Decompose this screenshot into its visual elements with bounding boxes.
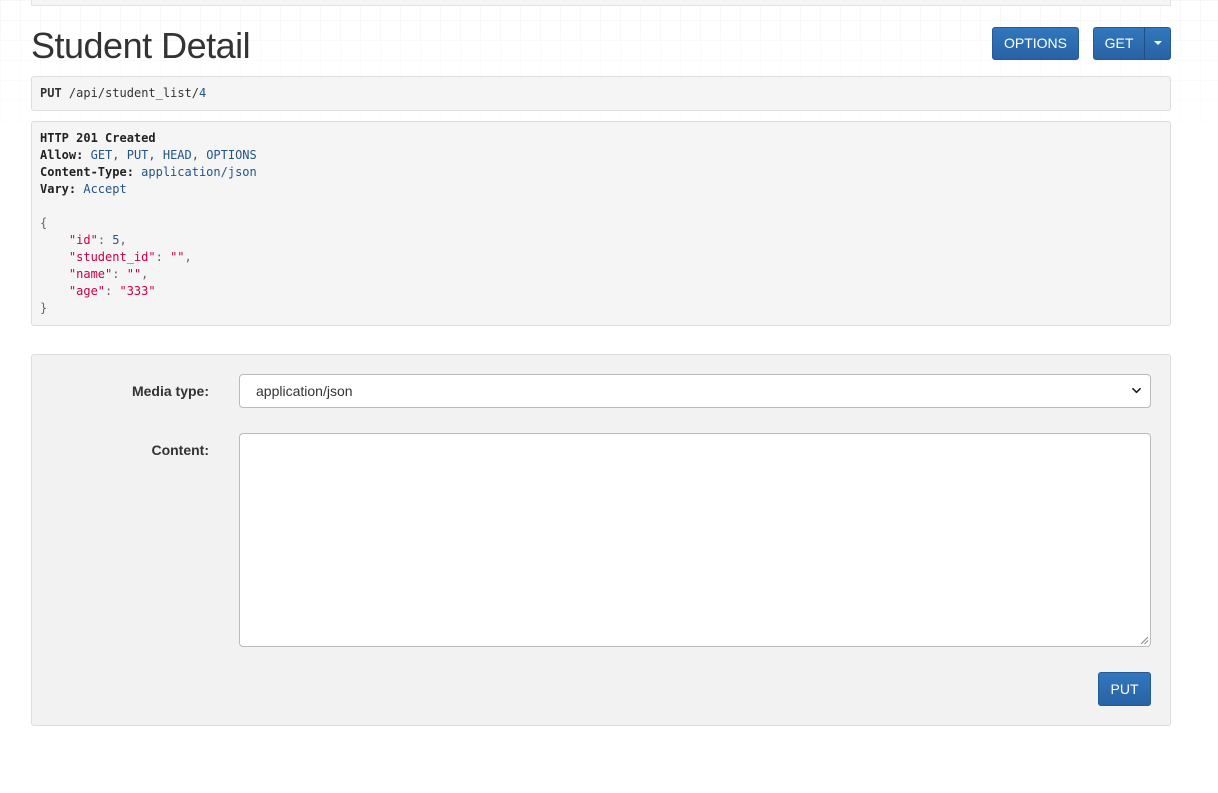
request-info: PUT /api/student_list/4 — [31, 76, 1171, 111]
response-panel: HTTP 201 Created Allow: GET, PUT, HEAD, O… — [31, 121, 1171, 326]
header-key: Vary: — [40, 182, 77, 196]
json-value: 5 — [112, 233, 120, 247]
breadcrumb-student-id[interactable]: 4 — [199, 86, 206, 100]
path-separator: / — [97, 86, 106, 100]
get-format-dropdown-toggle[interactable] — [1144, 27, 1171, 60]
request-method: PUT — [40, 86, 62, 100]
media-type-select[interactable]: application/json — [239, 374, 1151, 408]
content-textarea[interactable] — [239, 433, 1151, 647]
json-value: "333" — [119, 284, 156, 298]
json-key: "age" — [68, 284, 106, 298]
header-key: Allow: — [40, 148, 84, 162]
header-value: application/json — [141, 165, 257, 179]
navbar-strip — [31, 0, 1171, 6]
options-button[interactable]: OPTIONS — [992, 27, 1079, 60]
json-key: "name" — [68, 267, 113, 281]
media-type-selected-value: application/json — [256, 383, 353, 399]
header-value: GET, PUT, HEAD, OPTIONS — [90, 148, 257, 162]
get-button[interactable]: GET — [1093, 27, 1145, 60]
path-separator: / — [191, 86, 200, 100]
breadcrumb-student-list[interactable]: student_list — [105, 86, 192, 100]
response-status: HTTP 201 Created — [40, 131, 156, 145]
caret-down-icon — [1153, 41, 1162, 46]
resize-grip-icon[interactable] — [1140, 636, 1149, 645]
header-value: Accept — [83, 182, 127, 196]
content-label: Content: — [151, 442, 209, 458]
page-title: Student Detail — [31, 25, 251, 66]
json-key: "student_id" — [68, 250, 156, 264]
json-close-brace: } — [40, 301, 48, 315]
json-key: "id" — [68, 233, 98, 247]
json-value: "" — [170, 250, 185, 264]
put-submit-button[interactable]: PUT — [1098, 672, 1151, 706]
media-type-label: Media type: — [131, 383, 209, 399]
json-open-brace: { — [40, 216, 48, 230]
breadcrumb-api[interactable]: api — [76, 86, 98, 100]
json-value: "" — [126, 267, 142, 281]
chevron-down-icon — [1132, 387, 1141, 394]
header-key: Content-Type: — [40, 165, 134, 179]
raw-data-form: Media type: application/json Content: PU… — [31, 354, 1171, 726]
